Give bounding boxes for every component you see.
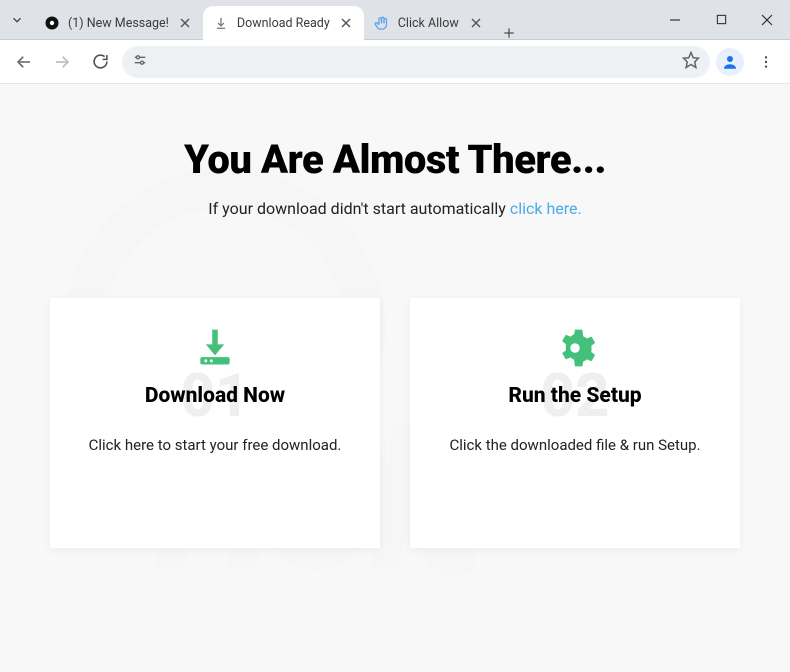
tab-download-ready[interactable]: Download Ready	[203, 6, 364, 40]
arrow-left-icon	[15, 53, 33, 71]
back-button[interactable]	[8, 46, 40, 78]
tab-new-message[interactable]: (1) New Message!	[34, 6, 203, 40]
tab-label: (1) New Message!	[68, 16, 169, 31]
new-tab-button[interactable]	[494, 26, 524, 40]
star-icon	[682, 51, 700, 69]
hero: You Are Almost There... If your download…	[0, 136, 790, 218]
reload-icon	[92, 53, 109, 70]
plus-icon	[502, 26, 516, 40]
maximize-icon	[716, 14, 727, 25]
browser-toolbar	[0, 40, 790, 84]
arrow-right-icon	[53, 53, 71, 71]
close-icon[interactable]	[338, 15, 354, 31]
avatar-icon	[721, 53, 739, 71]
close-icon[interactable]	[468, 15, 484, 31]
chevron-down-icon	[10, 13, 24, 27]
maximize-button[interactable]	[698, 0, 744, 39]
tab-label: Click Allow	[398, 16, 460, 31]
minimize-button[interactable]	[652, 0, 698, 39]
url-input[interactable]	[156, 54, 674, 70]
tab-label: Download Ready	[237, 16, 330, 31]
tab-strip: (1) New Message! Download Ready Click Al…	[34, 0, 652, 40]
click-here-link[interactable]: click here.	[510, 199, 582, 218]
minimize-icon	[669, 14, 681, 26]
card-desc: Click the downloaded file & run Setup.	[439, 436, 710, 454]
card-title: Download Now	[145, 384, 285, 408]
page-subtext: If your download didn't start automatica…	[0, 199, 790, 218]
profile-button[interactable]	[716, 48, 744, 76]
browser-menu-button[interactable]	[750, 46, 782, 78]
card-run-setup[interactable]: 02 Run the Setup Click the downloaded fi…	[410, 298, 740, 548]
address-bar[interactable]	[122, 46, 710, 78]
page-content: risk You Are Almost There... If your dow…	[0, 84, 790, 672]
cards-row: 01 Download Now Click here to start your…	[0, 298, 790, 548]
card-desc: Click here to start your free download.	[79, 436, 352, 454]
bookmark-button[interactable]	[682, 51, 700, 73]
card-title: Run the Setup	[508, 384, 641, 408]
download-icon	[213, 15, 229, 31]
forward-button[interactable]	[46, 46, 78, 78]
reload-button[interactable]	[84, 46, 116, 78]
close-icon[interactable]	[177, 15, 193, 31]
dot-icon	[44, 15, 60, 31]
window-controls	[652, 0, 790, 39]
close-icon	[761, 14, 773, 26]
browser-titlebar: (1) New Message! Download Ready Click Al…	[0, 0, 790, 40]
tune-icon[interactable]	[132, 52, 148, 72]
page-headline: You Are Almost There...	[0, 136, 790, 183]
close-window-button[interactable]	[744, 0, 790, 39]
tab-click-allow[interactable]: Click Allow	[364, 6, 494, 40]
kebab-icon	[758, 54, 774, 70]
hand-icon	[374, 15, 390, 31]
card-download-now[interactable]: 01 Download Now Click here to start your…	[50, 298, 380, 548]
tab-search-dropdown[interactable]	[0, 0, 34, 39]
